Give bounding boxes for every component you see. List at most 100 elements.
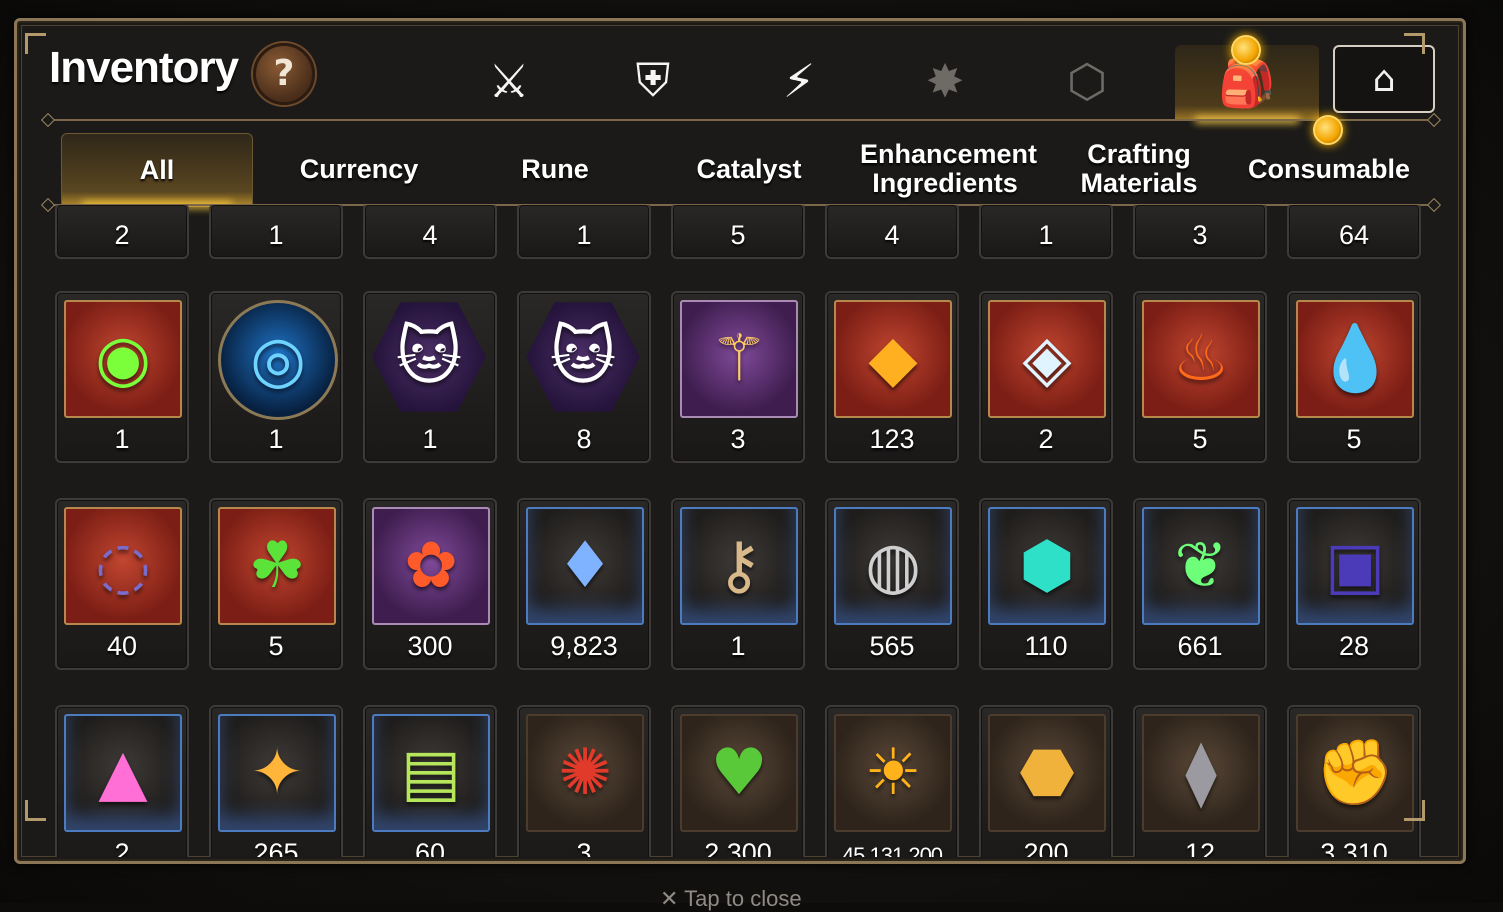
tab-label: Catalyst — [696, 153, 802, 184]
leaf-item-icon: ❦ — [1174, 529, 1228, 603]
tab-label: All — [139, 154, 175, 185]
inventory-slot[interactable]: ▲ 2 — [55, 705, 189, 857]
tab-rune[interactable]: Rune — [457, 133, 653, 205]
green-heart-item-icon: ♥ — [710, 736, 768, 810]
item-frame: ❦ — [1142, 507, 1260, 625]
inventory-slot[interactable]: 1 — [517, 205, 651, 259]
inventory-slot[interactable]: 64 — [1287, 205, 1421, 259]
item-frame: ♨ — [1142, 300, 1260, 418]
item-frame: ☀ — [834, 714, 952, 832]
item-quantity: 5 — [1192, 424, 1208, 454]
inventory-slot[interactable]: ⬣ 200 — [979, 705, 1113, 857]
inventory-slot[interactable]: ♨ 5 — [1133, 291, 1267, 463]
inventory-slot[interactable]: ✺ 3 — [517, 705, 651, 857]
inventory-slot[interactable]: ⚷ 1 — [671, 498, 805, 670]
inventory-slot[interactable]: ▤ 60 — [363, 705, 497, 857]
item-frame: ▲ — [64, 714, 182, 832]
help-button[interactable]: ? — [253, 43, 315, 105]
inventory-slot[interactable]: ▣ 28 — [1287, 498, 1421, 670]
inventory-slot[interactable]: 🐱 8 — [517, 291, 651, 463]
inventory-slot[interactable]: ◈ 2 — [979, 291, 1113, 463]
item-quantity: 1 — [1038, 220, 1054, 250]
inventory-slot[interactable]: ☀ 45,131,200 — [825, 705, 959, 857]
item-quantity: 4 — [884, 220, 900, 250]
inventory-slot[interactable]: ✊ 3,310 — [1287, 705, 1421, 857]
inventory-slot[interactable]: 5 — [671, 205, 805, 259]
inventory-panel: Inventory ? ⚔ ⛨ ⚡ ✸ ⬡ 🎒 ⌂ All Currency Rune Cata… — [14, 18, 1466, 864]
lightning-icon[interactable]: ⚡ — [769, 51, 829, 111]
tab-currency[interactable]: Currency — [261, 133, 457, 205]
inventory-slot[interactable]: 1 — [979, 205, 1113, 259]
clover-pendant-item-icon: ☘ — [248, 529, 306, 603]
inventory-slot[interactable]: ☘ 5 — [209, 498, 343, 670]
item-quantity: 1 — [576, 220, 592, 250]
item-frame: ⧫ — [1142, 714, 1260, 832]
inventory-slot[interactable]: ◌ 40 — [55, 498, 189, 670]
item-quantity: 200 — [1023, 838, 1069, 857]
item-quantity: 2 — [114, 838, 130, 857]
item-frame: ✺ — [526, 714, 644, 832]
item-quantity: 4 — [422, 220, 438, 250]
tap-to-close-hint[interactable]: ✕ Tap to close — [660, 886, 802, 912]
inventory-slot[interactable]: ⚚ 3 — [671, 291, 805, 463]
item-quantity: 12 — [1184, 838, 1216, 857]
building-icon: ⌂ — [1372, 58, 1396, 100]
item-quantity: 565 — [869, 631, 915, 661]
water-pendant-item-icon: 💧 — [1315, 322, 1395, 396]
burst-icon[interactable]: ✸ — [915, 51, 975, 111]
inventory-slot[interactable]: 🐱 1 — [363, 291, 497, 463]
inventory-slot[interactable]: ◆ 123 — [825, 291, 959, 463]
inventory-slot[interactable]: ♥ 2,300 — [671, 705, 805, 857]
gear-icon-sword-shield[interactable]: ⚔ — [479, 51, 539, 111]
item-frame: 🐱 — [372, 302, 486, 412]
pink-crystal-item-icon: ▲ — [98, 736, 148, 810]
item-quantity: 60 — [414, 838, 446, 857]
inventory-slot[interactable]: ◍ 565 — [825, 498, 959, 670]
blue-rune-item-icon: ◎ — [250, 323, 306, 397]
corner-ornament — [1404, 800, 1425, 821]
inventory-slot[interactable]: ◎ 1 — [209, 291, 343, 463]
item-quantity: 1 — [268, 424, 284, 454]
silver-coin-item-icon: ◍ — [865, 529, 921, 603]
tab-enhancement-ingredients[interactable]: Enhancement Ingredients — [847, 133, 1043, 205]
inventory-slot[interactable]: 2 — [55, 205, 189, 259]
building-button[interactable]: ⌂ — [1333, 45, 1435, 113]
inventory-slot[interactable]: ◉ 1 — [55, 291, 189, 463]
inventory-slot[interactable]: ⧫ 12 — [1133, 705, 1267, 857]
inventory-slot[interactable]: ♦ 9,823 — [517, 498, 651, 670]
gold-emblem-item-icon: ⬣ — [1019, 736, 1075, 810]
tab-label: Currency — [299, 153, 419, 184]
notification-dot — [1231, 35, 1261, 65]
inventory-slot[interactable]: 1 — [209, 205, 343, 259]
dice-icon[interactable]: ⬡ — [1057, 51, 1117, 111]
inventory-slot[interactable]: ✿ 300 — [363, 498, 497, 670]
item-quantity: 8 — [576, 424, 592, 454]
inventory-slot[interactable]: ❦ 661 — [1133, 498, 1267, 670]
inventory-slot[interactable]: 💧 5 — [1287, 291, 1421, 463]
flower-ring-item-icon: ✿ — [404, 529, 458, 603]
item-quantity: 2 — [1038, 424, 1054, 454]
inventory-slot[interactable]: ✦ 265 — [209, 705, 343, 857]
tab-all[interactable]: All — [61, 133, 253, 207]
key-item-icon: ⚷ — [715, 529, 763, 603]
item-frame: ⬣ — [988, 714, 1106, 832]
fire-pendant-item-icon: ♨ — [1172, 322, 1230, 396]
item-frame: ⚷ — [680, 507, 798, 625]
item-quantity: 9,823 — [550, 631, 618, 661]
item-quantity: 2 — [114, 220, 130, 250]
item-quantity: 5 — [1346, 424, 1362, 454]
item-quantity: 3,310 — [1320, 838, 1388, 857]
stone-compass-item-icon: ⧫ — [1185, 736, 1217, 810]
item-frame: ◈ — [988, 300, 1106, 418]
tab-crafting-materials[interactable]: Crafting Materials — [1041, 133, 1237, 205]
item-frame: ◆ — [834, 300, 952, 418]
inventory-slot[interactable]: ⬢ 110 — [979, 498, 1113, 670]
inventory-slot[interactable]: 4 — [825, 205, 959, 259]
inventory-slot[interactable]: 4 — [363, 205, 497, 259]
tab-catalyst[interactable]: Catalyst — [651, 133, 847, 205]
inventory-slot[interactable]: 3 — [1133, 205, 1267, 259]
tab-label: Consumable — [1247, 153, 1411, 184]
item-quantity: 265 — [253, 838, 299, 857]
red-seal-item-icon: ✺ — [558, 736, 612, 810]
no-shield-icon[interactable]: ⛨ — [623, 51, 683, 111]
